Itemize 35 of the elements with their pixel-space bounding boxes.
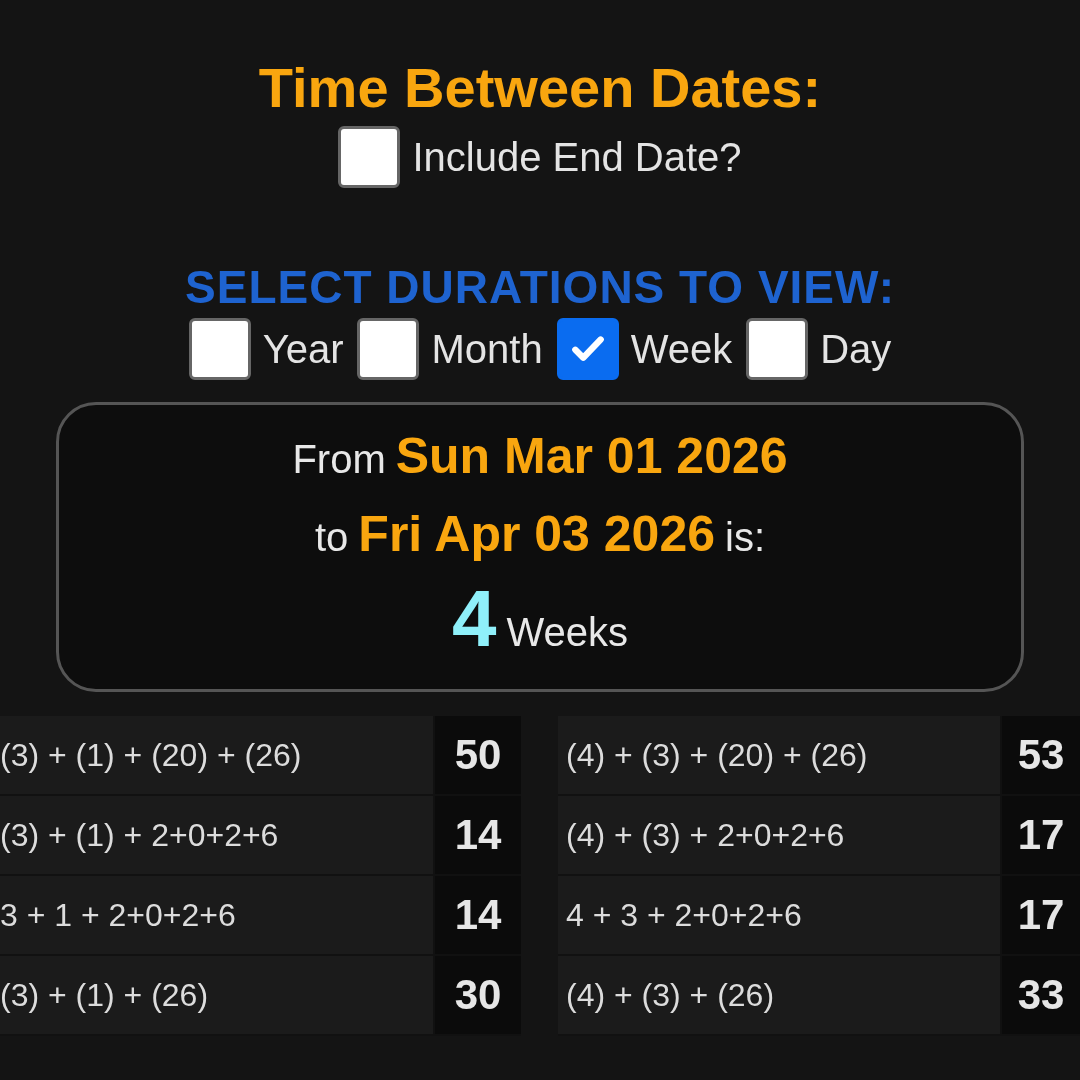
total-cell: 30 — [435, 956, 521, 1035]
total-cell: 17 — [1002, 876, 1080, 955]
expression-cell: 3 + 1 + 2+0+2+6 — [0, 876, 435, 955]
expression-cell: (4) + (3) + (26) — [558, 956, 1002, 1035]
expression-cell: (4) + (3) + 2+0+2+6 — [558, 796, 1002, 875]
checkbox-label: Day — [820, 326, 892, 372]
start-date: Sun Mar 01 2026 — [395, 427, 788, 486]
to-label: to — [315, 515, 349, 561]
checkbox-label: Include End Date? — [412, 134, 742, 180]
from-label: From — [292, 437, 386, 483]
total-cell: 17 — [1002, 796, 1080, 875]
total-cell: 53 — [1002, 716, 1080, 795]
end-date: Fri Apr 03 2026 — [358, 505, 715, 564]
total-cell: 14 — [435, 876, 521, 955]
total-cell: 14 — [435, 796, 521, 875]
section-heading: SELECT DURATIONS TO VIEW: — [185, 260, 895, 315]
checkbox[interactable] — [746, 318, 809, 381]
checkbox-label: Year — [262, 326, 344, 372]
checkbox[interactable] — [338, 126, 401, 189]
expression-cell: (4) + (3) + (20) + (26) — [558, 716, 1002, 795]
checkbox[interactable] — [556, 318, 619, 381]
expression-cell: 4 + 3 + 2+0+2+6 — [558, 876, 1002, 955]
duration-unit: Weeks — [506, 610, 628, 656]
checkbox-label: Month — [431, 326, 543, 372]
total-cell: 33 — [1002, 956, 1080, 1035]
expression-cell: (3) + (1) + 2+0+2+6 — [0, 796, 435, 875]
total-cell: 50 — [435, 716, 521, 795]
expression-cell: (3) + (1) + (20) + (26) — [0, 716, 435, 795]
page-title: Time Between Dates: — [258, 56, 822, 121]
checkbox-label: Week — [630, 326, 733, 372]
duration-amount: 4 — [452, 573, 497, 666]
checkbox[interactable] — [357, 318, 420, 381]
expression-cell: (3) + (1) + (26) — [0, 956, 435, 1035]
is-label: is: — [725, 515, 765, 561]
checkbox[interactable] — [188, 318, 251, 381]
